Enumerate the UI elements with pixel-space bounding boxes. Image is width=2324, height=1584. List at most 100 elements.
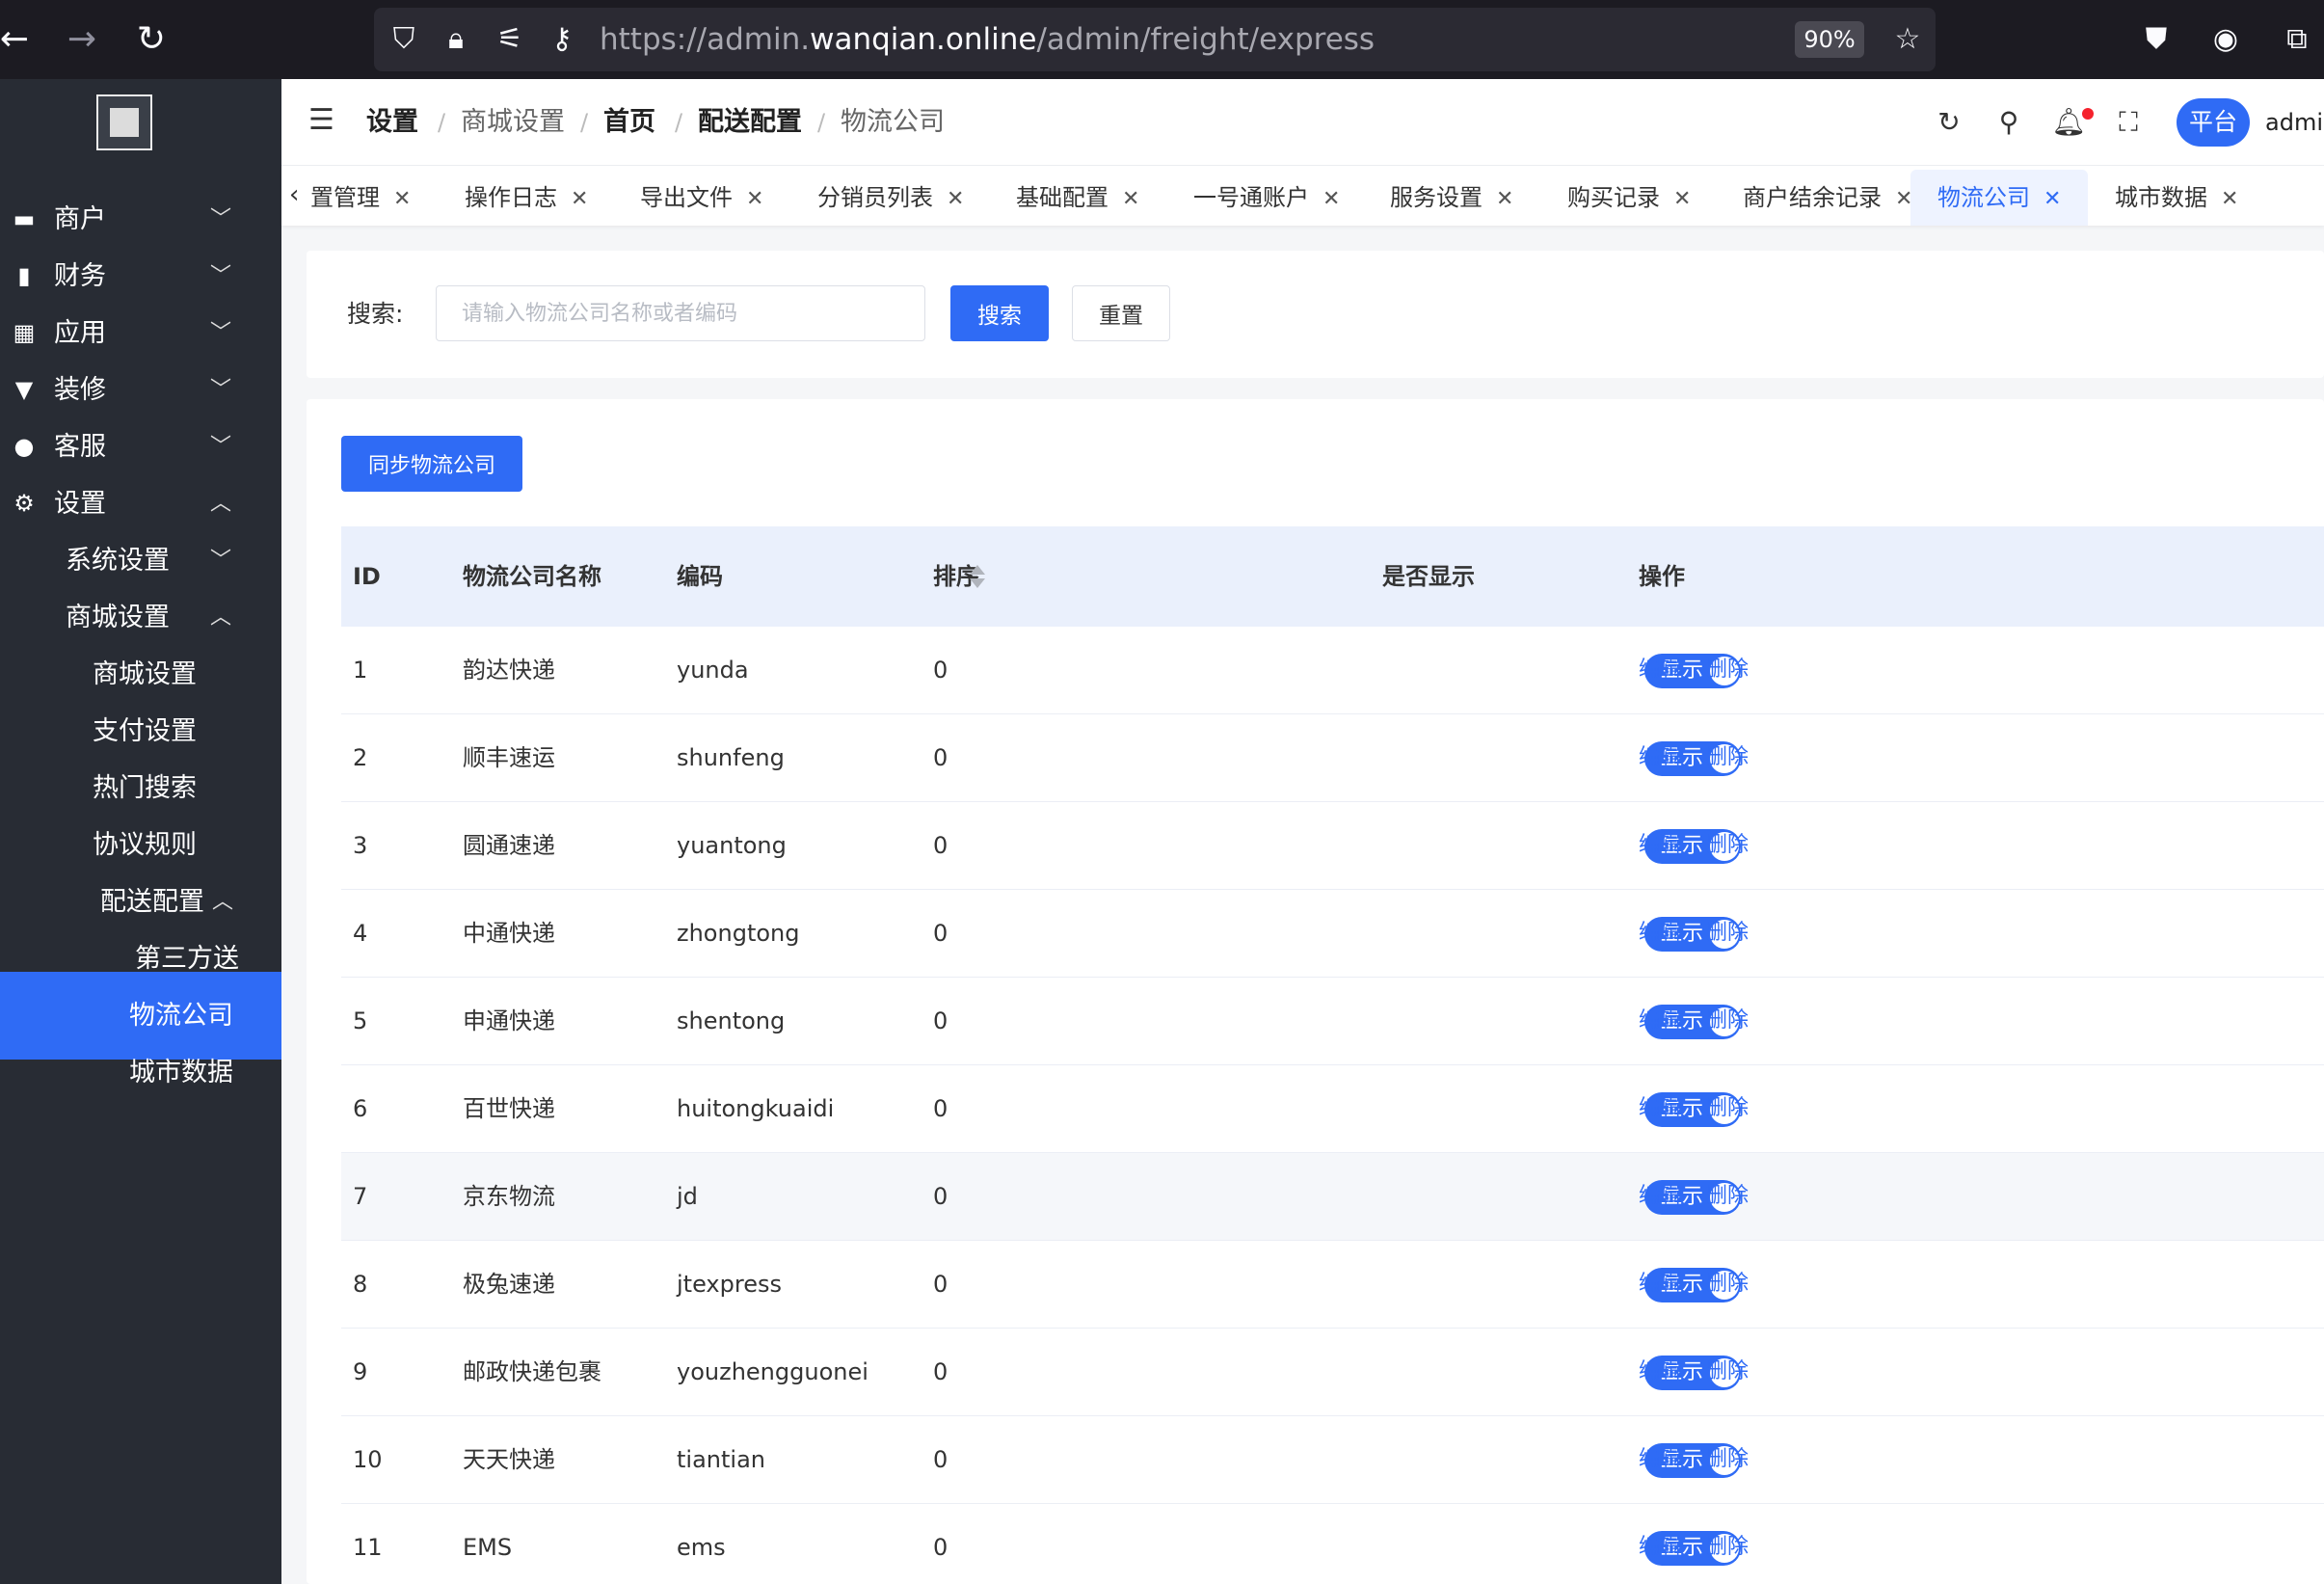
key-icon[interactable]: ⚷ bbox=[538, 15, 586, 64]
tab[interactable]: 导出文件 ✕ bbox=[640, 170, 763, 226]
tab-bar: ‹ 置管理 ✕ 操作日志 ✕ 导出文件 ✕ 分销员列表 ✕ 基础配置 ✕ 一号通账户 ✕ 服务设置 ✕ 购买… bbox=[281, 166, 2324, 226]
cell-id: 6 bbox=[353, 1095, 368, 1122]
table-panel: 同步物流公司 ID 物流公司名称 编码 排序 是否显示 操作 1 韵达快递 yund… bbox=[307, 399, 2324, 1584]
delete-link[interactable]: 删除 bbox=[1706, 714, 1749, 801]
breadcrumb-item[interactable]: 商城设置 bbox=[461, 79, 565, 166]
lock-icon[interactable]: 🔒︎ bbox=[432, 15, 480, 64]
tab-label: 操作日志 bbox=[465, 184, 557, 211]
cell-name: 天天快递 bbox=[463, 1446, 555, 1473]
edit-link[interactable]: 编辑 bbox=[1639, 1504, 1681, 1584]
breadcrumb-item[interactable]: 首页 bbox=[603, 79, 655, 166]
delete-link[interactable]: 删除 bbox=[1706, 978, 1749, 1064]
user-name[interactable]: admin bbox=[2265, 79, 2324, 166]
bell-icon[interactable]: 🔔︎ bbox=[2049, 100, 2088, 145]
edit-link[interactable]: 编辑 bbox=[1639, 978, 1681, 1064]
tab[interactable]: 置管理 ✕ bbox=[310, 170, 411, 226]
close-icon[interactable]: ✕ bbox=[2221, 187, 2238, 211]
column-header-code: 编码 bbox=[677, 563, 723, 590]
cell-sort: 0 bbox=[933, 657, 948, 684]
edit-link[interactable]: 编辑 bbox=[1639, 1241, 1681, 1328]
tab[interactable]: 城市数据 ✕ bbox=[2115, 170, 2238, 226]
delete-link[interactable]: 删除 bbox=[1706, 1329, 1749, 1415]
tab-label: 物流公司 bbox=[1937, 184, 2030, 211]
back-arrow-icon[interactable]: ← bbox=[0, 15, 39, 64]
shield-icon[interactable]: ⛉ bbox=[380, 15, 428, 64]
account-icon[interactable]: ◉ bbox=[2202, 15, 2250, 64]
search-button[interactable]: 搜索 bbox=[950, 285, 1049, 341]
search-icon[interactable]: ⚲ bbox=[1990, 100, 2028, 145]
star-icon[interactable]: ☆ bbox=[1883, 15, 1932, 64]
edit-link[interactable]: 编辑 bbox=[1639, 1065, 1681, 1152]
cell-sort: 0 bbox=[933, 1183, 948, 1210]
close-icon[interactable]: ✕ bbox=[947, 187, 964, 211]
edit-link[interactable]: 编辑 bbox=[1639, 1153, 1681, 1240]
cell-name: 邮政快递包裹 bbox=[463, 1358, 601, 1385]
breadcrumb-item[interactable]: 配送配置 bbox=[698, 79, 802, 166]
cell-id: 5 bbox=[353, 1007, 368, 1034]
delete-link[interactable]: 删除 bbox=[1706, 1153, 1749, 1240]
tab[interactable]: 服务设置 ✕ bbox=[1390, 170, 1513, 226]
edit-link[interactable]: 编辑 bbox=[1639, 714, 1681, 801]
tab[interactable]: 商户结余记录 ✕ bbox=[1743, 170, 1912, 226]
edit-link[interactable]: 编辑 bbox=[1639, 627, 1681, 713]
menu-toggle-icon[interactable]: ☰ bbox=[308, 106, 337, 135]
delete-link[interactable]: 删除 bbox=[1706, 1065, 1749, 1152]
edit-link[interactable]: 编辑 bbox=[1639, 890, 1681, 977]
tab[interactable]: 分销员列表 ✕ bbox=[817, 170, 964, 226]
column-header-visible: 是否显示 bbox=[1382, 563, 1475, 590]
search-input[interactable] bbox=[436, 285, 925, 341]
reset-button[interactable]: 重置 bbox=[1072, 285, 1170, 341]
close-icon[interactable]: ✕ bbox=[1122, 187, 1139, 211]
tab-label: 城市数据 bbox=[2115, 184, 2207, 211]
refresh-icon[interactable]: ↻ bbox=[1930, 100, 1968, 145]
sync-express-button[interactable]: 同步物流公司 bbox=[341, 436, 522, 492]
close-icon[interactable]: ✕ bbox=[1673, 187, 1691, 211]
close-icon[interactable]: ✕ bbox=[571, 187, 588, 211]
cell-name: 百世快递 bbox=[463, 1095, 555, 1122]
breadcrumb-item[interactable]: 设置 bbox=[366, 79, 418, 166]
close-icon[interactable]: ✕ bbox=[393, 187, 411, 211]
top-header: ☰ 设置 / 商城设置 / 首页 / 配送配置 / 物流公司 ↻ ⚲ 🔔︎ ⛶ … bbox=[281, 79, 2324, 166]
table-row: 7 京东物流 jd 0 显示 编辑 删除 bbox=[341, 1153, 2324, 1241]
sidebar-item[interactable]: 城市数据 bbox=[0, 1029, 281, 1116]
cell-name: 申通快递 bbox=[463, 1007, 555, 1034]
tab[interactable]: 操作日志 ✕ bbox=[465, 170, 588, 226]
tab[interactable]: 购买记录 ✕ bbox=[1567, 170, 1691, 226]
logo[interactable] bbox=[96, 94, 152, 150]
url-text[interactable]: https://admin.wanqian.online/admin/freig… bbox=[600, 8, 1375, 71]
tab-label: 一号通账户 bbox=[1193, 184, 1309, 211]
zoom-level[interactable]: 90% bbox=[1795, 21, 1864, 58]
close-icon[interactable]: ✕ bbox=[2044, 187, 2061, 211]
pocket-icon[interactable]: ⛊ bbox=[2132, 15, 2180, 64]
edit-link[interactable]: 编辑 bbox=[1639, 1329, 1681, 1415]
delete-link[interactable]: 删除 bbox=[1706, 890, 1749, 977]
table-row: 2 顺丰速运 shunfeng 0 显示 编辑 删除 bbox=[341, 714, 2324, 802]
extensions-icon[interactable]: ⧉ bbox=[2273, 15, 2321, 64]
delete-link[interactable]: 删除 bbox=[1706, 627, 1749, 713]
edit-link[interactable]: 编辑 bbox=[1639, 1416, 1681, 1503]
tab-scroll-left-icon[interactable]: ‹ bbox=[289, 174, 312, 216]
delete-link[interactable]: 删除 bbox=[1706, 802, 1749, 889]
tab[interactable]: 基础配置 ✕ bbox=[1016, 170, 1139, 226]
permissions-icon[interactable]: ⚟ bbox=[486, 15, 534, 64]
reload-icon[interactable]: ↻ bbox=[127, 15, 175, 64]
address-bar[interactable]: ⛉ 🔒︎ ⚟ ⚷ https://admin.wanqian.online/ad… bbox=[374, 8, 1936, 71]
cell-name: 极兔速递 bbox=[463, 1271, 555, 1298]
close-icon[interactable]: ✕ bbox=[746, 187, 763, 211]
tab[interactable]: 物流公司 ✕ bbox=[1910, 170, 2089, 226]
delete-link[interactable]: 删除 bbox=[1706, 1241, 1749, 1328]
delete-link[interactable]: 删除 bbox=[1706, 1504, 1749, 1584]
delete-link[interactable]: 删除 bbox=[1706, 1416, 1749, 1503]
close-icon[interactable]: ✕ bbox=[1496, 187, 1513, 211]
cell-name: 京东物流 bbox=[463, 1183, 555, 1210]
fullscreen-icon[interactable]: ⛶ bbox=[2109, 100, 2148, 145]
edit-link[interactable]: 编辑 bbox=[1639, 802, 1681, 889]
close-icon[interactable]: ✕ bbox=[1322, 187, 1340, 211]
cell-code: huitongkuaidi bbox=[677, 1095, 835, 1122]
forward-arrow-icon[interactable]: → bbox=[58, 15, 106, 64]
tab[interactable]: 一号通账户 ✕ bbox=[1193, 170, 1340, 226]
platform-button[interactable]: 平台 bbox=[2177, 98, 2250, 147]
sort-icon[interactable] bbox=[970, 565, 985, 590]
cell-code: youzhengguonei bbox=[677, 1358, 868, 1385]
cell-sort: 0 bbox=[933, 1007, 948, 1034]
